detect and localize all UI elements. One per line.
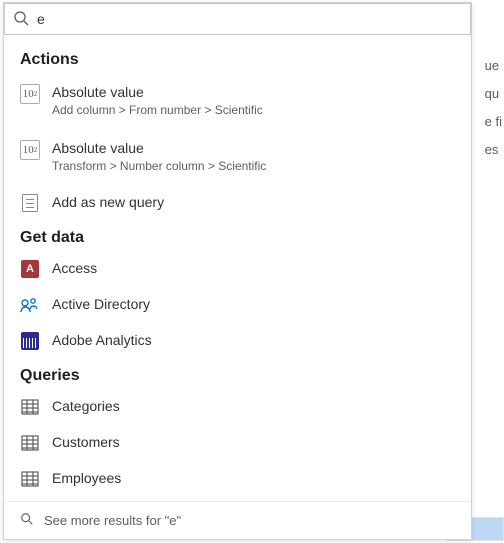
search-icon [20, 512, 34, 529]
see-more-text: See more results for "e" [44, 513, 181, 528]
table-icon [20, 397, 40, 417]
table-icon [20, 469, 40, 489]
table-icon [20, 433, 40, 453]
see-more-results[interactable]: See more results for "e" [4, 501, 471, 539]
action-absolute-value-addcolumn[interactable]: 102 Absolute value Add column > From num… [4, 73, 471, 129]
section-header-getdata: Get data [4, 221, 471, 251]
scientific-icon: 102 [20, 84, 40, 104]
item-title: Access [52, 259, 455, 277]
results-content: Actions 102 Absolute value Add column > … [4, 35, 471, 505]
item-title: Employees [52, 469, 455, 487]
getdata-access[interactable]: A Access [4, 251, 471, 287]
active-directory-icon [20, 295, 40, 315]
adobe-analytics-icon [20, 331, 40, 351]
scientific-icon: 102 [20, 140, 40, 160]
section-header-actions: Actions [4, 43, 471, 73]
item-subtitle: Transform > Number column > Scientific [52, 159, 455, 175]
item-title: Add as new query [52, 193, 455, 211]
item-subtitle: Add column > From number > Scientific [52, 103, 455, 119]
query-customers[interactable]: Customers [4, 425, 471, 461]
search-input[interactable] [37, 11, 462, 27]
section-header-queries: Queries [4, 359, 471, 389]
page-icon [20, 193, 40, 213]
search-icon [13, 10, 29, 29]
access-icon: A [20, 259, 40, 279]
item-title: Absolute value [52, 139, 455, 157]
item-title: Customers [52, 433, 455, 451]
getdata-adobe-analytics[interactable]: Adobe Analytics [4, 323, 471, 359]
item-title: Active Directory [52, 295, 455, 313]
action-absolute-value-transform[interactable]: 102 Absolute value Transform > Number co… [4, 129, 471, 185]
item-title: Adobe Analytics [52, 331, 455, 349]
query-categories[interactable]: Categories [4, 389, 471, 425]
search-dropdown-panel: Actions 102 Absolute value Add column > … [3, 2, 472, 540]
item-title: Categories [52, 397, 455, 415]
query-employees[interactable]: Employees [4, 461, 471, 497]
search-bar[interactable] [4, 3, 471, 35]
getdata-active-directory[interactable]: Active Directory [4, 287, 471, 323]
background-peek: ue qu e fi es [485, 52, 502, 164]
item-title: Absolute value [52, 83, 455, 101]
action-add-as-new-query[interactable]: Add as new query [4, 185, 471, 221]
